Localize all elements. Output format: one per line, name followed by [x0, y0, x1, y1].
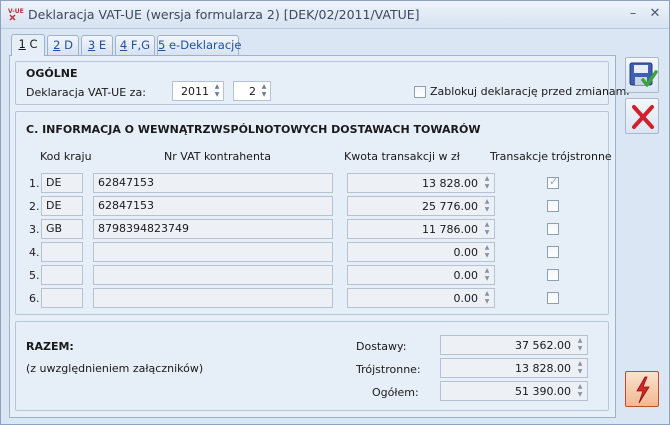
amount-field[interactable]: 25 776.00 ▲ ▼	[347, 196, 495, 216]
spinner-arrows-icon[interactable]: ▲ ▼	[482, 175, 492, 191]
amount-field[interactable]: 0.00 ▲ ▼	[347, 242, 495, 262]
close-icon[interactable]: ✕	[648, 7, 662, 21]
spinner-arrows-icon[interactable]: ▲ ▼	[259, 83, 269, 99]
amount-value: 0.00	[453, 292, 479, 305]
country-code-field[interactable]: DE	[41, 173, 83, 193]
minimize-icon[interactable]: –	[626, 7, 640, 21]
tab-e-deklaracje[interactable]: 5 e-Deklaracje	[157, 35, 241, 55]
row-number: 1.	[29, 177, 40, 190]
triangular-checkbox[interactable]	[547, 246, 559, 258]
tab-c[interactable]: 1 C	[11, 34, 45, 56]
ogolem-total-field: 51 390.00 ▲ ▼	[440, 381, 588, 401]
amount-value: 25 776.00	[422, 200, 478, 213]
header-triangular: Transakcje trójstronne	[490, 150, 612, 163]
group-section-c: C. INFORMACJA O WEWNĄTRZWSPÓLNOTOWYCH DO…	[15, 111, 612, 315]
spinner-arrows-icon[interactable]: ▲ ▼	[212, 83, 222, 99]
triangular-checkbox[interactable]	[547, 175, 559, 189]
row-number: 5.	[29, 269, 40, 282]
spinner-arrows-icon[interactable]: ▲ ▼	[482, 221, 492, 237]
section-title-ogolne: OGÓLNE	[26, 67, 78, 80]
ogolem-total-value: 51 390.00	[515, 385, 571, 398]
vat-number-field[interactable]: 62847153	[93, 173, 333, 193]
country-code-field[interactable]: GB	[41, 219, 83, 239]
triangular-checkbox[interactable]	[547, 223, 559, 235]
row-number: 4.	[29, 246, 40, 259]
month-value: 2	[249, 85, 256, 98]
vat-number-field[interactable]	[93, 265, 333, 285]
app-icon: V-UE	[7, 6, 24, 22]
spinner-arrows-icon[interactable]: ▲ ▼	[482, 290, 492, 306]
amount-field[interactable]: 11 786.00 ▲ ▼	[347, 219, 495, 239]
country-code-field[interactable]	[41, 265, 83, 285]
dostawy-total-value: 37 562.00	[515, 339, 571, 352]
country-code-field[interactable]	[41, 242, 83, 262]
spinner-arrows-icon: ▲ ▼	[577, 360, 583, 375]
vat-number-field[interactable]	[93, 242, 333, 262]
cancel-button[interactable]	[625, 98, 659, 134]
vat-number-field[interactable]: 8798394823749	[93, 219, 333, 239]
year-value: 2011	[181, 85, 209, 98]
month-spinner[interactable]: 2 ▲ ▼	[233, 81, 271, 101]
cancel-x-icon	[632, 105, 654, 129]
group-razem: RAZEM: (z uwzględnieniem załączników) Do…	[15, 321, 609, 411]
dostawy-total-field: 37 562.00 ▲ ▼	[440, 335, 588, 355]
amount-field[interactable]: 0.00 ▲ ▼	[347, 265, 495, 285]
amount-value: 11 786.00	[422, 223, 478, 236]
declaration-window: V-UE Deklaracja VAT-UE (wersja formularz…	[0, 0, 670, 425]
svg-text:V-UE: V-UE	[8, 8, 24, 15]
save-button[interactable]	[625, 57, 659, 93]
vat-number-field[interactable]	[93, 288, 333, 308]
tab-panel: OGÓLNE Deklaracja VAT-UE za: 2011 ▲ ▼ 2 ▲…	[9, 55, 629, 418]
razem-title: RAZEM:	[26, 340, 74, 353]
amount-value: 13 828.00	[422, 177, 478, 190]
row-number: 3.	[29, 223, 40, 236]
tab-d[interactable]: 2 D	[47, 35, 79, 55]
triangular-checkbox[interactable]	[547, 269, 559, 281]
row-number: 2.	[29, 200, 40, 213]
header-amount: Kwota transakcji w zł	[344, 150, 460, 163]
declaration-period-label: Deklaracja VAT-UE za:	[26, 86, 146, 99]
spinner-arrows-icon[interactable]: ▲ ▼	[482, 244, 492, 260]
window-title: Deklaracja VAT-UE (wersja formularza 2) …	[28, 7, 420, 22]
vat-number-field[interactable]: 62847153	[93, 196, 333, 216]
spinner-arrows-icon: ▲ ▼	[577, 383, 583, 398]
dostawy-label: Dostawy:	[356, 340, 407, 353]
save-disk-icon	[629, 62, 658, 87]
country-code-field[interactable]: DE	[41, 196, 83, 216]
trojstronne-total-field: 13 828.00 ▲ ▼	[440, 358, 588, 378]
country-code-field[interactable]	[41, 288, 83, 308]
lock-declaration-checkbox[interactable]	[414, 86, 426, 98]
action-button[interactable]	[625, 371, 659, 407]
year-spinner[interactable]: 2011 ▲ ▼	[172, 81, 224, 101]
lock-declaration-label: Zablokuj deklarację przed zmianami	[430, 85, 630, 98]
spinner-arrows-icon[interactable]: ▲ ▼	[482, 267, 492, 283]
amount-value: 0.00	[453, 246, 479, 259]
trojstronne-label: Trójstronne:	[356, 363, 421, 376]
row-number: 6.	[29, 292, 40, 305]
header-country-code: Kod kraju	[40, 150, 92, 163]
tab-fg[interactable]: 4 F,G	[115, 35, 155, 55]
spinner-arrows-icon[interactable]: ▲ ▼	[482, 198, 492, 214]
triangular-checkbox[interactable]	[547, 292, 559, 304]
spinner-arrows-icon: ▲ ▼	[577, 337, 583, 352]
razem-subtitle: (z uwzględnieniem załączników)	[26, 362, 204, 375]
section-title-c: C. INFORMACJA O WEWNĄTRZWSPÓLNOTOWYCH DO…	[26, 123, 481, 136]
lightning-icon	[636, 376, 650, 404]
triangular-checkbox[interactable]	[547, 200, 559, 212]
trojstronne-total-value: 13 828.00	[515, 362, 571, 375]
ogolem-label: Ogółem:	[372, 386, 419, 399]
amount-field[interactable]: 13 828.00 ▲ ▼	[347, 173, 495, 193]
amount-field[interactable]: 0.00 ▲ ▼	[347, 288, 495, 308]
tab-e[interactable]: 3 E	[81, 35, 113, 55]
group-ogolne: OGÓLNE Deklaracja VAT-UE za: 2011 ▲ ▼ 2 ▲…	[15, 61, 629, 105]
amount-value: 0.00	[453, 269, 479, 282]
title-bar: V-UE Deklaracja VAT-UE (wersja formularz…	[1, 1, 669, 29]
header-vat-number: Nr VAT kontrahenta	[164, 150, 271, 163]
